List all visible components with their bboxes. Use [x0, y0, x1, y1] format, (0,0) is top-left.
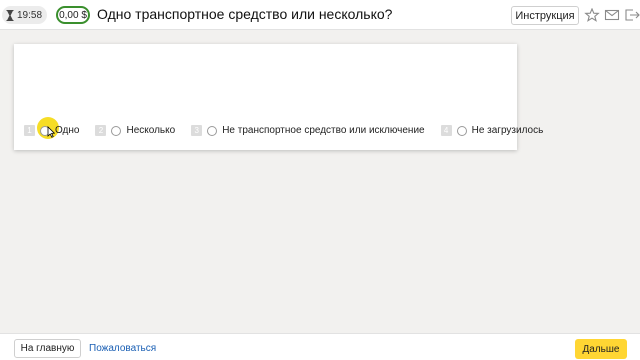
option-label: Не транспортное средство или исключение: [222, 125, 425, 136]
hotkey-badge: 3: [191, 125, 203, 136]
task-title: Одно транспортное средство или несколько…: [97, 6, 393, 22]
exit-icon[interactable]: [624, 8, 640, 22]
hourglass-icon: [6, 9, 14, 21]
radio-button[interactable]: [207, 125, 218, 136]
option-3[interactable]: 3 Не транспортное средство или исключени…: [191, 125, 425, 136]
timer: 19:58: [2, 6, 48, 24]
home-button[interactable]: На главную: [14, 339, 81, 358]
option-label: Несколько: [126, 125, 176, 136]
mail-icon[interactable]: [604, 8, 620, 22]
complain-link[interactable]: Пожаловаться: [89, 343, 156, 354]
bottom-bar: На главную Пожаловаться Дальше: [0, 333, 640, 360]
radio-button[interactable]: [111, 125, 122, 136]
mouse-pointer-icon: [47, 126, 55, 138]
option-1[interactable]: 1 Одно: [24, 117, 80, 139]
hotkey-badge: 2: [95, 125, 107, 136]
timer-value: 19:58: [17, 9, 43, 21]
instruction-button[interactable]: Инструкция: [511, 6, 579, 25]
option-4[interactable]: 4 Не загрузилось: [440, 125, 544, 136]
top-bar: 19:58 0,00 $ Одно транспортное средство …: [0, 0, 640, 30]
option-label: Не загрузилось: [471, 125, 544, 136]
next-button[interactable]: Дальше: [575, 339, 627, 359]
reward-badge: 0,00 $: [56, 6, 90, 24]
star-icon[interactable]: [584, 8, 600, 22]
option-2[interactable]: 2 Несколько: [95, 125, 175, 136]
answer-options: 1 Одно 2 Несколько 3 Не транспортное сре…: [24, 117, 544, 139]
radio-button[interactable]: [456, 125, 467, 136]
hotkey-badge: 4: [440, 125, 452, 136]
option-label: Одно: [55, 125, 80, 136]
hotkey-badge: 1: [24, 125, 35, 136]
task-card: 1 Одно 2 Несколько 3 Не транспортное сре…: [14, 44, 543, 150]
